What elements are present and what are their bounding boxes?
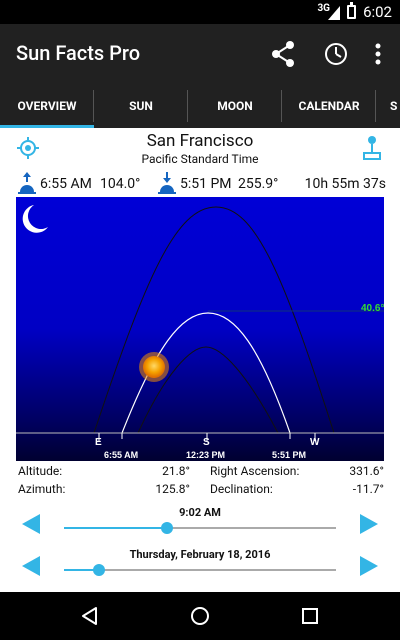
share-icon[interactable]: [268, 38, 300, 70]
tab-label: SUN: [129, 99, 153, 113]
city-name: San Francisco: [146, 131, 254, 151]
sun-path-chart: 40.6° E S W 6:55 AM 12:23 PM 5:51 PM: [16, 197, 384, 461]
signal-icon: [328, 6, 340, 20]
system-nav-bar: [0, 592, 400, 640]
tab-label: MOON: [217, 99, 253, 113]
ra-value: 331.6°: [349, 464, 384, 478]
date-control: Thursday, February 18, 2016: [0, 546, 400, 586]
clock: 6:02: [363, 3, 392, 21]
sun-icon: [139, 352, 169, 382]
sunrise-azimuth: 104.0°: [100, 176, 141, 192]
tab-label: OVERVIEW: [17, 99, 77, 113]
altitude-label: Altitude:: [18, 464, 63, 478]
axis-east: E: [95, 437, 102, 448]
date-next-arrow-icon[interactable]: [360, 556, 378, 576]
ra-label: Right Ascension:: [210, 464, 300, 478]
time-label: 9:02 AM: [179, 506, 221, 519]
date-slider-thumb[interactable]: [93, 564, 105, 576]
axis-west: W: [310, 437, 320, 448]
time-prev-arrow-icon[interactable]: [22, 514, 40, 534]
sun-details: Altitude: 21.8° Right Ascension: 331.6° …: [18, 464, 388, 500]
clock-icon[interactable]: [320, 38, 352, 70]
altitude-value: 21.8°: [162, 464, 190, 478]
axis-set-time: 5:51 PM: [272, 450, 306, 460]
sunset-icon: [158, 172, 176, 194]
status-bar: 3G 6:02: [0, 0, 400, 24]
time-slider-fill: [64, 527, 167, 529]
time-slider[interactable]: [64, 522, 336, 534]
tab-bar: OVERVIEW SUN MOON CALENDAR S: [0, 84, 400, 128]
location-header: San Francisco Pacific Standard Time: [0, 130, 400, 166]
app-bar: Sun Facts Pro: [0, 24, 400, 84]
sunrise-icon: [18, 172, 36, 194]
date-prev-arrow-icon[interactable]: [22, 556, 40, 576]
tab-sun[interactable]: SUN: [94, 84, 188, 128]
axis-noon-time: 12:23 PM: [186, 450, 225, 460]
back-icon[interactable]: [80, 606, 100, 626]
timezone: Pacific Standard Time: [141, 152, 259, 166]
sun-times-row: 6:55 AM 104.0° 5:51 PM 255.9° 10h 55m 37…: [16, 172, 386, 196]
axis-rise-time: 6:55 AM: [104, 450, 138, 460]
sunrise-time: 6:55 AM: [40, 176, 92, 192]
time-control: 9:02 AM: [0, 504, 400, 544]
day-length: 10h 55m 37s: [304, 176, 386, 192]
azimuth-label: Azimuth:: [18, 482, 66, 496]
azimuth-value: 125.8°: [155, 482, 190, 496]
tab-partial[interactable]: S: [390, 84, 400, 128]
sunset-time: 5:51 PM: [180, 176, 232, 192]
home-icon[interactable]: [189, 605, 211, 627]
time-next-arrow-icon[interactable]: [360, 514, 378, 534]
time-slider-thumb[interactable]: [161, 522, 173, 534]
battery-icon: [347, 2, 356, 19]
declination-label: Declination:: [210, 482, 273, 496]
max-altitude-label: 40.6°: [361, 303, 384, 314]
date-label: Thursday, February 18, 2016: [129, 548, 271, 561]
date-slider[interactable]: [64, 564, 336, 576]
sunset-azimuth: 255.9°: [238, 176, 279, 192]
tab-overview[interactable]: OVERVIEW: [0, 84, 94, 128]
app-title: Sun Facts Pro: [16, 41, 141, 65]
axis-south: S: [203, 437, 210, 448]
tab-label: CALENDAR: [298, 99, 360, 113]
tab-calendar[interactable]: CALENDAR: [282, 84, 376, 128]
location-pin-icon[interactable]: [360, 135, 384, 161]
recents-icon[interactable]: [300, 606, 320, 626]
overflow-menu-icon[interactable]: [362, 38, 394, 70]
tab-label: S: [390, 99, 398, 113]
tab-moon[interactable]: MOON: [188, 84, 282, 128]
declination-value: -11.7°: [352, 482, 384, 496]
